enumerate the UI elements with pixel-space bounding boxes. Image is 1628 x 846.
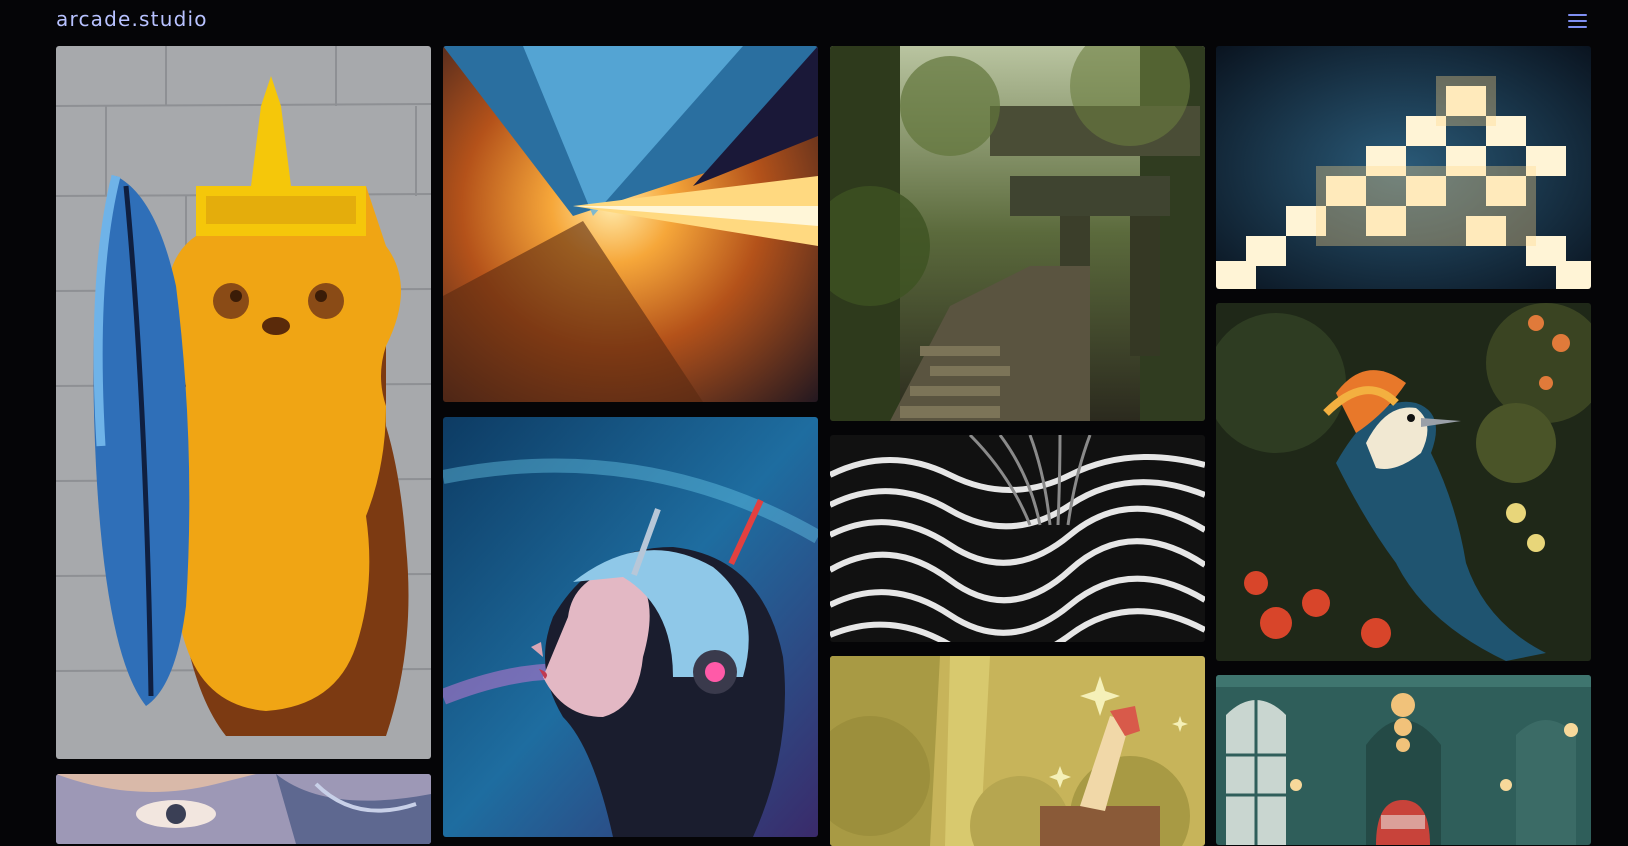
gallery-tile-light-streak[interactable] [443,46,818,402]
teal-hallway-image [1216,675,1591,845]
woman-portrait-image [56,774,431,844]
bw-waves-image [830,435,1205,642]
gallery-tile-bw-waves[interactable] [830,435,1205,642]
jungle-ruins-image [830,46,1205,421]
gallery-tile-golden-sword[interactable] [830,656,1205,846]
gallery-tile-cyborg-woman[interactable] [443,417,818,837]
honey-bear-mural-image [56,46,431,759]
gallery-tile-honey-bear-mural[interactable] [56,46,431,759]
menu-line [1568,14,1587,16]
cyborg-woman-image [443,417,818,837]
gallery-tile-exotic-bird[interactable] [1216,303,1591,661]
menu-line [1568,26,1587,28]
gallery-tile-woman-portrait[interactable] [56,774,431,844]
pixel-staircase-image [1216,46,1591,289]
gallery-tile-jungle-ruins[interactable] [830,46,1205,421]
light-streak-image [443,46,818,402]
gallery-tile-teal-hallway[interactable] [1216,675,1591,845]
hamburger-menu-icon[interactable] [1566,12,1590,32]
golden-sword-image [830,656,1205,846]
exotic-bird-image [1216,303,1591,661]
top-bar: arcade.studio [0,0,1628,44]
site-logo[interactable]: arcade.studio [56,7,208,31]
menu-line [1568,20,1587,22]
gallery-tile-pixel-staircase[interactable] [1216,46,1591,289]
